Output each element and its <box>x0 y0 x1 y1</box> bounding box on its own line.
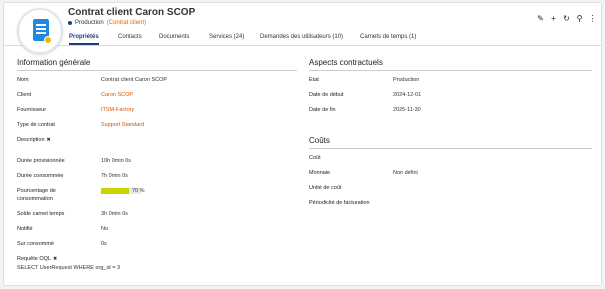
section-divider <box>309 70 592 71</box>
description-label: Description <box>17 137 45 143</box>
section-divider <box>309 148 592 149</box>
field-value-nom: Contrat client Caron SCOP <box>101 77 168 83</box>
field-value-solde: 3h 0min 0s <box>101 211 128 217</box>
status-text: Production <box>75 20 104 26</box>
field-label-notifie: Notifié <box>17 226 33 232</box>
field-label-fournisseur: Fournisseur <box>17 107 47 113</box>
field-value-notifie: No <box>101 226 109 232</box>
tab-bar: Propriétés Contacts Documents Services (… <box>4 31 601 46</box>
field-label-type: Type de contrat <box>17 122 55 128</box>
field-value-monnaie: Non défini <box>393 170 418 176</box>
tab-services[interactable]: Services (24) <box>209 34 244 40</box>
field-value-oql: SELECT UserRequest WHERE org_id = 3 <box>17 265 121 271</box>
search-icon[interactable]: ⚲ <box>575 14 584 23</box>
toolbar: ✎ + ↻ ⚲ ⋮ <box>536 14 597 23</box>
field-label-pourcentage-1: Pourcentage de <box>17 188 56 194</box>
section-title-general: Information générale <box>17 58 91 67</box>
object-details-panel: Contrat client Caron SCOP Production (Co… <box>3 2 602 286</box>
more-icon[interactable]: ⋮ <box>588 14 597 23</box>
field-label-client: Client <box>17 92 32 98</box>
tab-demandes[interactable]: Demandes des utilisateurs (10) <box>260 34 343 40</box>
field-value-duree-cons: 7h 0min 0s <box>101 173 128 179</box>
tab-documents[interactable]: Documents <box>159 34 189 40</box>
field-label-duree-prov: Durée provisionnée <box>17 158 65 164</box>
tab-contacts[interactable]: Contacts <box>118 34 142 40</box>
field-label-duree-cons: Durée consommée <box>17 173 64 179</box>
field-value-debut: 2024-12-01 <box>393 92 422 98</box>
status-dot-icon <box>68 21 72 25</box>
field-label-debut: Date de début <box>309 92 344 98</box>
field-label-fin: Date de fin <box>309 107 336 113</box>
tab-proprietes[interactable]: Propriétés <box>69 34 99 45</box>
section-title-contractual: Aspects contractuels <box>309 58 383 67</box>
expand-icon[interactable]: ✖ <box>53 256 57 262</box>
field-value-surconso: 0s <box>101 241 107 247</box>
field-label-cout: Coût <box>309 155 321 161</box>
field-label-nom: Nom <box>17 77 29 83</box>
page-title: Contrat client Caron SCOP <box>68 7 196 18</box>
field-label-surconso: Sur consommé <box>17 241 54 247</box>
field-label-oql: Requête OQL ✖ <box>17 256 57 262</box>
field-value-client-link[interactable]: Caron SCOP <box>101 92 133 98</box>
status-org-link[interactable]: (Contrat client) <box>107 20 146 26</box>
field-value-fin: 2025-11-30 <box>393 107 421 113</box>
field-label-solde: Solde carnet temps <box>17 211 65 217</box>
add-icon[interactable]: + <box>549 14 558 23</box>
section-divider <box>17 70 297 71</box>
field-label-description: Description ✖ <box>17 137 51 143</box>
contract-document-icon <box>33 19 52 44</box>
consumption-progress-fill <box>101 188 129 194</box>
field-value-etat: Production <box>393 77 420 83</box>
field-label-monnaie: Monnaie <box>309 170 331 176</box>
expand-icon[interactable]: ✖ <box>47 137 51 143</box>
field-label-etat: Etat <box>309 77 319 83</box>
edit-icon[interactable]: ✎ <box>536 14 545 23</box>
field-label-pourcentage-2: consommation <box>17 196 53 202</box>
field-label-unite: Unité de coût <box>309 185 342 191</box>
field-value-pourcentage: 70 % <box>132 188 145 194</box>
status-badge: Production (Contrat client) <box>68 20 146 26</box>
oql-label: Requête OQL <box>17 256 51 262</box>
field-value-type-link[interactable]: Support Standard <box>101 122 144 128</box>
field-label-periodicite: Périodicité de facturation <box>309 200 370 206</box>
field-value-fournisseur-link[interactable]: ITSM-Factory <box>101 107 134 113</box>
avatar <box>17 8 63 54</box>
section-title-costs: Coûts <box>309 136 330 145</box>
refresh-icon[interactable]: ↻ <box>562 14 571 23</box>
tab-carnets[interactable]: Carnets de temps (1) <box>360 34 416 40</box>
field-value-duree-prov: 10h 0min 0s <box>101 158 131 164</box>
